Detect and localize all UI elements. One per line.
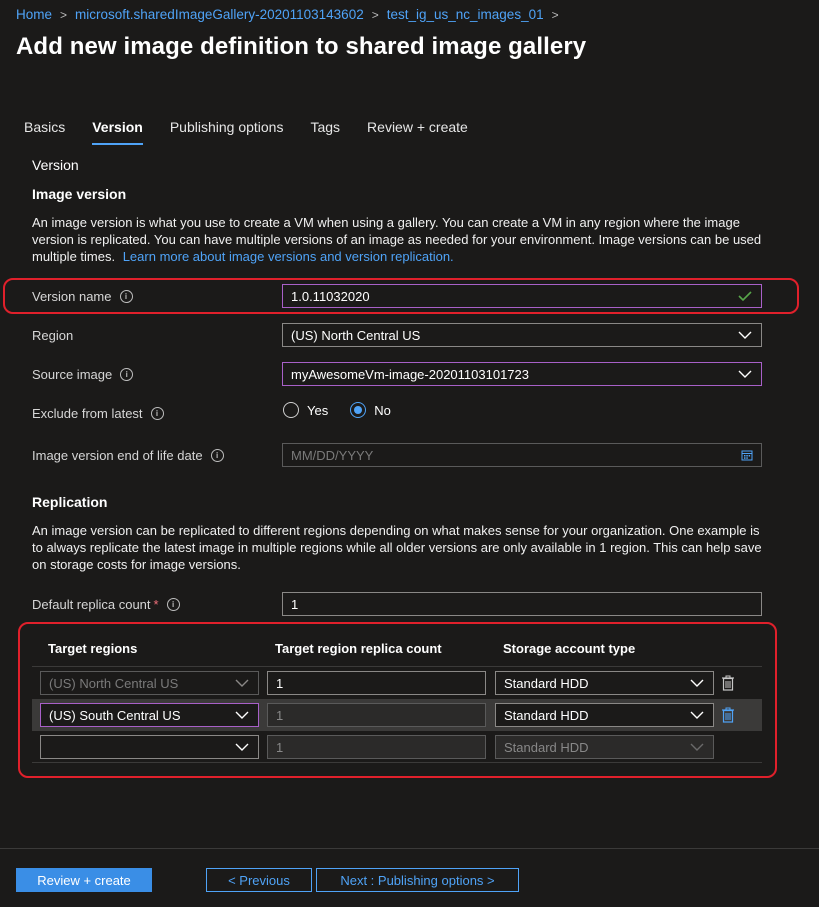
chevron-down-icon: [690, 743, 704, 751]
chevron-down-icon: [690, 711, 704, 719]
replication-heading: Replication: [32, 494, 108, 510]
next-publishing-options-button[interactable]: Next : Publishing options >: [316, 868, 519, 892]
column-header-storage-type: Storage account type: [503, 641, 636, 656]
chevron-down-icon: [738, 331, 752, 339]
replica-count-input[interactable]: 1: [267, 671, 486, 695]
region-label: Region: [32, 328, 73, 343]
tab-basics[interactable]: Basics: [24, 117, 65, 145]
chevron-down-icon: [235, 743, 249, 751]
tab-version[interactable]: Version: [92, 117, 143, 145]
info-icon[interactable]: i: [210, 449, 224, 462]
chevron-right-icon: >: [551, 7, 559, 22]
end-of-life-label-text: Image version end of life date: [32, 448, 203, 463]
tab-tags[interactable]: Tags: [310, 117, 340, 145]
target-region-dropdown[interactable]: [40, 735, 259, 759]
end-of-life-label: Image version end of life date i: [32, 448, 224, 463]
storage-type-value: Standard HDD: [504, 739, 589, 755]
chevron-down-icon: [235, 679, 249, 687]
column-header-replica-count: Target region replica count: [275, 641, 442, 656]
breadcrumb: Home > microsoft.sharedImageGallery-2020…: [16, 7, 559, 22]
chevron-down-icon: [690, 679, 704, 687]
region-label-text: Region: [32, 328, 74, 343]
trash-icon[interactable]: [721, 707, 735, 723]
calendar-icon[interactable]: [741, 449, 753, 461]
replica-count-input[interactable]: 1: [267, 703, 486, 727]
version-name-input[interactable]: 1.0.11032020: [282, 284, 762, 308]
version-section-label: Version: [32, 157, 79, 173]
footer-divider: [0, 848, 819, 849]
storage-type-dropdown[interactable]: Standard HDD: [495, 735, 714, 759]
replica-count-input[interactable]: 1: [267, 735, 486, 759]
default-replica-value: 1: [291, 596, 299, 612]
radio-yes-label: Yes: [307, 402, 329, 418]
review-create-button[interactable]: Review + create: [16, 868, 152, 892]
info-icon[interactable]: i: [120, 368, 134, 381]
tab-review-create[interactable]: Review + create: [367, 117, 468, 145]
exclude-from-latest-label-text: Exclude from latest: [32, 406, 143, 421]
info-icon[interactable]: i: [150, 407, 164, 420]
default-replica-label-text: Default replica count: [32, 597, 151, 612]
storage-type-value: Standard HDD: [504, 707, 589, 723]
version-name-value: 1.0.11032020: [291, 288, 370, 304]
learn-more-link[interactable]: Learn more about image versions and vers…: [123, 249, 454, 264]
image-version-description: An image version is what you use to crea…: [32, 214, 762, 265]
page-title: Add new image definition to shared image…: [16, 33, 587, 60]
radio-no[interactable]: [350, 402, 367, 418]
radio-no-label: No: [374, 402, 391, 418]
region-dropdown[interactable]: (US) North Central US: [282, 323, 762, 347]
trash-icon[interactable]: [721, 675, 735, 691]
checkmark-icon: [738, 291, 752, 302]
replica-count-value: 1: [276, 675, 284, 691]
source-image-value: myAwesomeVm-image-20201103101723: [291, 366, 529, 382]
column-header-target-regions: Target regions: [48, 641, 138, 656]
target-region-value: (US) South Central US: [49, 707, 181, 723]
breadcrumb-image-definition[interactable]: test_ig_us_nc_images_01: [387, 7, 544, 22]
previous-button[interactable]: < Previous: [206, 868, 312, 892]
target-region-dropdown[interactable]: (US) North Central US: [40, 671, 259, 695]
tab-publishing-options[interactable]: Publishing options: [170, 117, 284, 145]
replica-count-value: 1: [276, 739, 284, 755]
radio-yes[interactable]: [283, 402, 299, 418]
source-image-dropdown[interactable]: myAwesomeVm-image-20201103101723: [282, 362, 762, 386]
end-of-life-date-input[interactable]: MM/DD/YYYY: [282, 443, 762, 467]
target-region-dropdown[interactable]: (US) South Central US: [40, 703, 259, 727]
end-of-life-placeholder: MM/DD/YYYY: [291, 447, 374, 463]
exclude-radio-group: Yes No: [283, 402, 391, 418]
tab-bar: Basics Version Publishing options Tags R…: [24, 117, 495, 145]
source-image-label: Source image i: [32, 367, 134, 382]
breadcrumb-home[interactable]: Home: [16, 7, 52, 22]
info-icon[interactable]: i: [119, 290, 133, 303]
required-mark: *: [153, 597, 159, 612]
region-value: (US) North Central US: [291, 327, 421, 343]
image-version-heading: Image version: [32, 186, 127, 202]
version-name-label-text: Version name: [32, 289, 112, 304]
source-image-label-text: Source image: [32, 367, 113, 382]
breadcrumb-gallery[interactable]: microsoft.sharedImageGallery-20201103143…: [75, 7, 364, 22]
storage-type-dropdown[interactable]: Standard HDD: [495, 671, 714, 695]
chevron-right-icon: >: [60, 7, 68, 22]
version-name-label: Version name i: [32, 289, 133, 304]
replication-description: An image version can be replicated to di…: [32, 523, 762, 572]
storage-type-dropdown[interactable]: Standard HDD: [495, 703, 714, 727]
default-replica-label: Default replica count * i: [32, 597, 180, 612]
target-region-value: (US) North Central US: [49, 675, 179, 691]
exclude-from-latest-label: Exclude from latest i: [32, 406, 164, 421]
table-divider: [32, 762, 762, 763]
replica-count-value: 1: [276, 707, 284, 723]
storage-type-value: Standard HDD: [504, 675, 589, 691]
chevron-right-icon: >: [371, 7, 379, 22]
info-icon[interactable]: i: [166, 598, 180, 611]
chevron-down-icon: [235, 711, 249, 719]
chevron-down-icon: [738, 370, 752, 378]
default-replica-count-input[interactable]: 1: [282, 592, 762, 616]
